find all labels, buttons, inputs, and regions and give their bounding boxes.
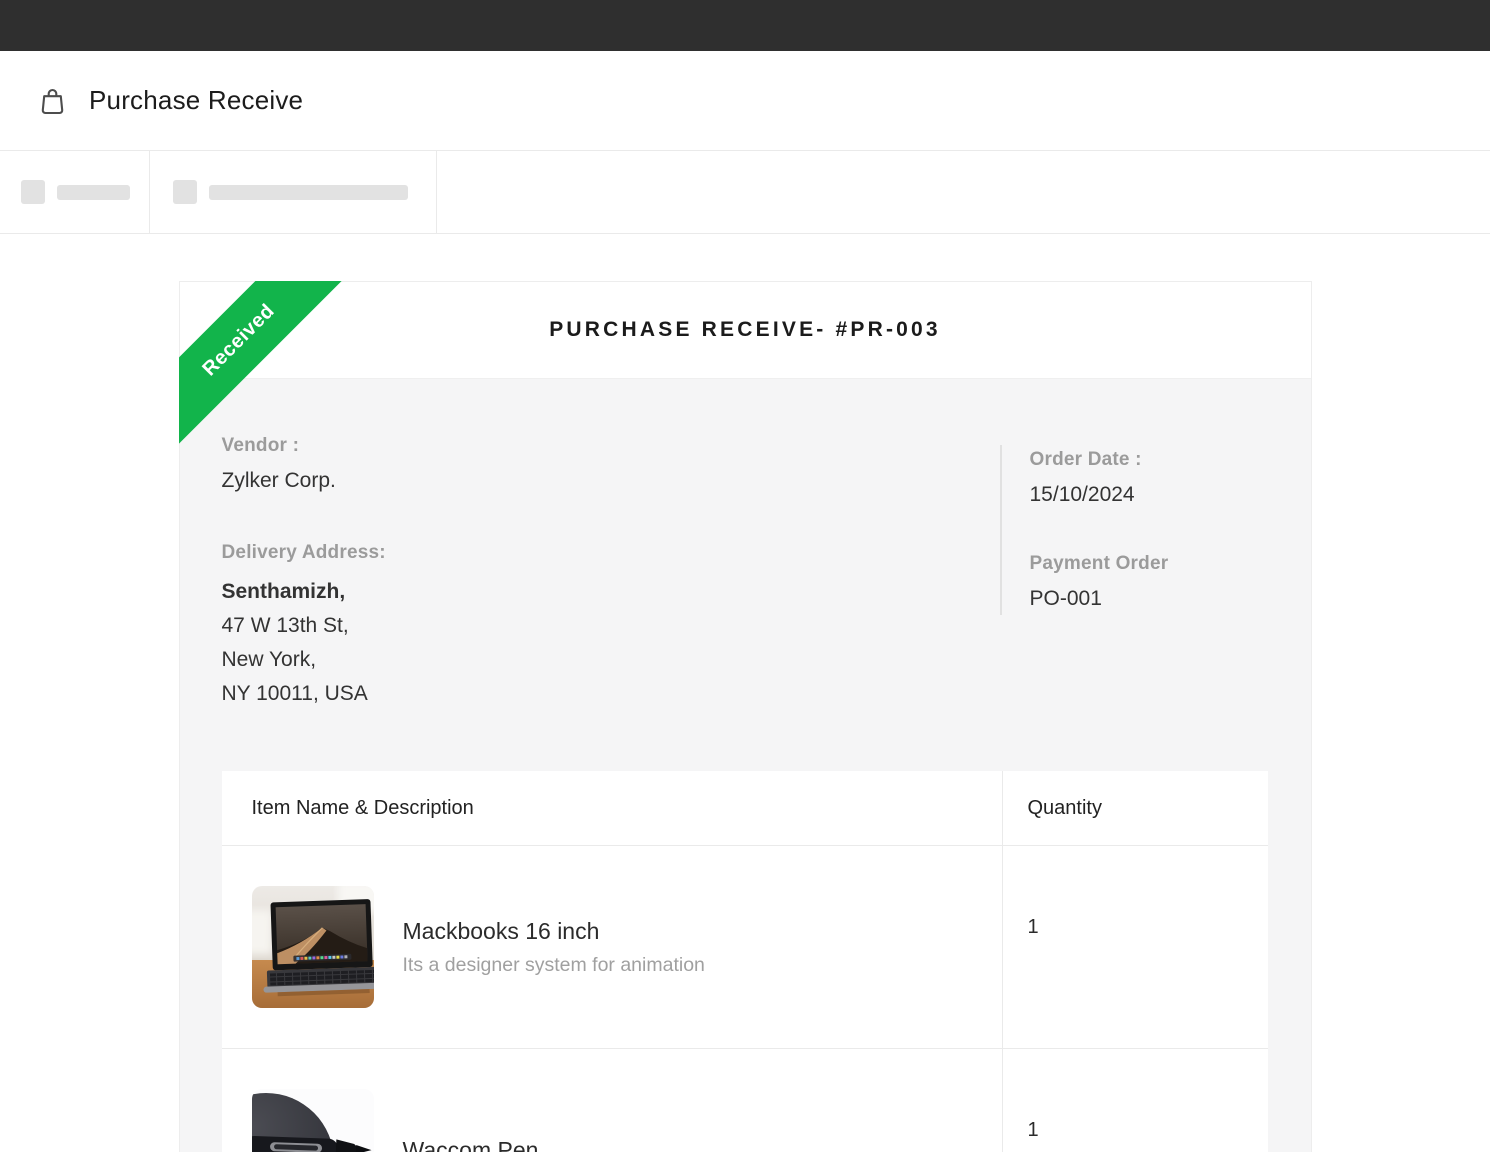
page-title: Purchase Receive bbox=[89, 85, 303, 116]
page-header: Purchase Receive bbox=[0, 51, 1490, 150]
macbook-photo bbox=[252, 886, 374, 1008]
delivery-address-line: Senthamizh, bbox=[222, 575, 1000, 609]
delivery-address: Senthamizh, 47 W 13th St, New York, NY 1… bbox=[222, 575, 1000, 711]
status-ribbon-corner: Received bbox=[179, 281, 357, 459]
vendor-name: Zylker Corp. bbox=[222, 469, 1000, 493]
column-header-item-label: Item Name & Description bbox=[252, 797, 474, 820]
skeleton-label bbox=[209, 185, 408, 200]
shopping-bag-icon bbox=[40, 87, 65, 115]
item-cell: Waccom Pen bbox=[222, 1049, 1002, 1152]
purchase-receive-document: Received PURCHASE RECEIVE- #PR-003 Vendo… bbox=[179, 281, 1312, 1152]
order-details: Order Date : 15/10/2024 Payment Order PO… bbox=[1000, 445, 1260, 615]
column-header-item: Item Name & Description bbox=[222, 771, 1002, 845]
delivery-address-block: Delivery Address: Senthamizh, 47 W 13th … bbox=[222, 542, 1000, 711]
items-table: Item Name & Description Quantity bbox=[222, 771, 1268, 1152]
item-cell: Mackbooks 16 inch Its a designer system … bbox=[222, 846, 1002, 1048]
item-text: Waccom Pen bbox=[403, 1137, 539, 1152]
toolbar-button-placeholder-2[interactable] bbox=[150, 151, 437, 233]
payment-order-block: Payment Order PO-001 bbox=[1030, 553, 1260, 611]
delivery-address-label: Delivery Address: bbox=[222, 542, 1000, 564]
status-ribbon: Received bbox=[179, 281, 349, 450]
item-text: Mackbooks 16 inch Its a designer system … bbox=[403, 918, 705, 977]
order-details-column: Order Date : 15/10/2024 Payment Order PO… bbox=[1000, 435, 1268, 711]
items-table-header: Item Name & Description Quantity bbox=[222, 771, 1268, 846]
payment-order-label: Payment Order bbox=[1030, 553, 1260, 575]
document-title: PURCHASE RECEIVE- #PR-003 bbox=[549, 318, 941, 342]
skeleton-icon bbox=[21, 180, 45, 204]
table-row: Waccom Pen 1 bbox=[222, 1049, 1268, 1152]
order-date-label: Order Date : bbox=[1030, 449, 1260, 471]
order-date-value: 15/10/2024 bbox=[1030, 483, 1260, 507]
delivery-address-line: 47 W 13th St, bbox=[222, 609, 1000, 643]
document-info: Vendor : Zylker Corp. Delivery Address: … bbox=[222, 435, 1268, 711]
skeleton-label bbox=[57, 185, 130, 200]
delivery-address-line: New York, bbox=[222, 643, 1000, 677]
table-row: Mackbooks 16 inch Its a designer system … bbox=[222, 846, 1268, 1049]
vendor-delivery-column: Vendor : Zylker Corp. Delivery Address: … bbox=[222, 435, 1000, 711]
item-name: Waccom Pen bbox=[403, 1137, 539, 1152]
browser-chrome-bar bbox=[0, 0, 1490, 51]
item-name: Mackbooks 16 inch bbox=[403, 918, 705, 945]
skeleton-icon bbox=[173, 180, 197, 204]
item-description: Its a designer system for animation bbox=[403, 954, 705, 977]
column-header-quantity-label: Quantity bbox=[1028, 797, 1102, 820]
toolbar-button-placeholder-1[interactable] bbox=[0, 151, 150, 233]
wacom-pen-photo bbox=[252, 1089, 374, 1152]
payment-order-value: PO-001 bbox=[1030, 587, 1260, 611]
document-body: Vendor : Zylker Corp. Delivery Address: … bbox=[180, 379, 1311, 1152]
quantity-cell: 1 bbox=[1002, 846, 1268, 1048]
column-header-quantity: Quantity bbox=[1002, 771, 1268, 845]
quantity-cell: 1 bbox=[1002, 1049, 1268, 1152]
toolbar bbox=[0, 150, 1490, 234]
delivery-address-line: NY 10011, USA bbox=[222, 677, 1000, 711]
